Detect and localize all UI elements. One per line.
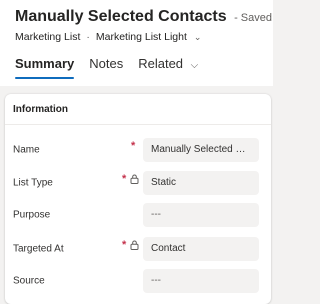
field-targeted-at: Targeted At * Contact <box>5 237 271 261</box>
chevron-down-icon: ⌄ <box>193 32 202 42</box>
information-section: Information Name * Manually Selected Con… <box>5 94 271 304</box>
tab-label: Notes <box>89 56 124 71</box>
save-status: - Saved <box>234 12 272 24</box>
field-list-type: List Type * Static <box>5 171 271 195</box>
field-label: Targeted At <box>13 243 64 255</box>
tab-summary[interactable]: Summary <box>15 56 75 79</box>
subtitle-separator: · <box>86 31 90 43</box>
tab-list: Summary Notes Related ⌵ <box>15 56 213 79</box>
field-name: Name * Manually Selected Contacts <box>5 138 271 162</box>
form-selector[interactable]: Marketing List Light ⌄ <box>96 31 202 43</box>
chevron-down-icon: ⌵ <box>190 60 199 71</box>
field-label: Name <box>13 144 40 156</box>
section-divider <box>5 124 271 125</box>
tab-label: Summary <box>15 56 75 71</box>
section-title: Information <box>13 104 68 115</box>
name-input[interactable]: Manually Selected Contacts <box>143 138 259 162</box>
form-name: Marketing List Light <box>95 31 187 43</box>
lock-icon <box>130 174 139 184</box>
entity-name: Marketing List <box>15 31 81 43</box>
lock-icon <box>130 240 139 250</box>
targeted-at-field[interactable]: Contact <box>143 237 259 261</box>
tab-notes[interactable]: Notes <box>89 56 123 79</box>
tab-related[interactable]: Related ⌵ <box>138 56 198 79</box>
field-purpose: Purpose --- <box>5 203 271 227</box>
field-source: Source --- <box>5 269 271 293</box>
purpose-input[interactable]: --- <box>143 203 259 227</box>
field-label: Purpose <box>13 209 51 221</box>
record-title: Manually Selected Contacts <box>15 8 227 25</box>
required-indicator: * <box>131 140 136 152</box>
source-input[interactable]: --- <box>143 269 259 293</box>
required-indicator: * <box>122 173 127 185</box>
required-indicator: * <box>122 239 127 251</box>
list-type-field[interactable]: Static <box>143 171 259 195</box>
record-subtitle: Marketing List · Marketing List Light ⌄ <box>15 31 201 43</box>
title-row: Manually Selected Contacts - Saved <box>15 8 272 26</box>
tab-label: Related <box>138 56 184 71</box>
form-header: Manually Selected Contacts - Saved Marke… <box>0 0 273 86</box>
field-label: Source <box>13 275 45 287</box>
field-label: List Type <box>13 177 53 189</box>
